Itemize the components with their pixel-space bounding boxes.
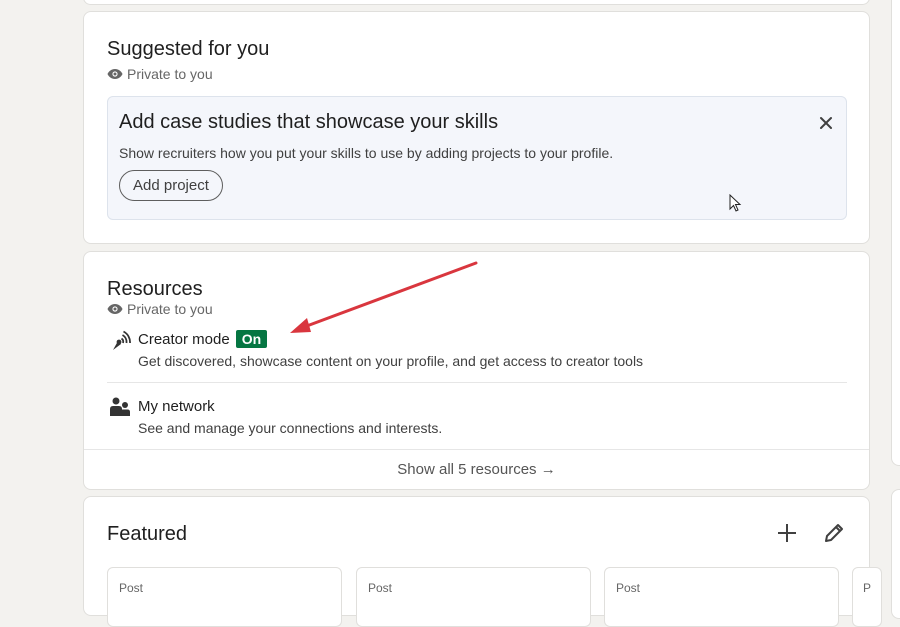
suggestion-description: Show recruiters how you put your skills … xyxy=(119,145,614,161)
eye-icon xyxy=(107,304,123,314)
eye-icon xyxy=(107,69,123,79)
suggested-section: Suggested for you Private to you Add cas… xyxy=(83,11,870,244)
privacy-label: Private to you xyxy=(127,301,213,317)
post-label: Post xyxy=(119,581,144,595)
post-label: P xyxy=(863,581,872,595)
right-rail-card xyxy=(891,0,900,466)
mouse-cursor-icon xyxy=(729,194,742,212)
resource-item-my-network[interactable]: My network xyxy=(138,398,215,415)
annotation-arrow-icon xyxy=(290,261,478,333)
people-icon xyxy=(109,396,131,423)
resource-description: Get discovered, showcase content on your… xyxy=(138,353,644,369)
resource-title: Creator mode xyxy=(138,330,230,348)
featured-post-card[interactable]: Post xyxy=(356,567,591,627)
resource-title: My network xyxy=(138,398,215,415)
previous-section-card xyxy=(83,0,870,5)
suggested-title: Suggested for you xyxy=(107,38,270,60)
post-label: Post xyxy=(616,581,641,595)
privacy-indicator: Private to you xyxy=(107,301,213,317)
post-label: Post xyxy=(368,581,393,595)
divider xyxy=(107,382,847,383)
pencil-icon[interactable] xyxy=(822,521,846,545)
resources-title: Resources xyxy=(107,278,203,300)
close-icon[interactable] xyxy=(818,115,834,131)
featured-section: Featured Post Post Post P xyxy=(83,496,882,627)
featured-post-card[interactable]: Post xyxy=(107,567,342,627)
show-all-resources-link[interactable]: Show all 5 resources → xyxy=(84,461,869,478)
privacy-indicator: Private to you xyxy=(107,66,213,82)
featured-post-card[interactable]: Post xyxy=(604,567,839,627)
broadcast-icon xyxy=(109,330,131,357)
resource-description: See and manage your connections and inte… xyxy=(138,420,443,436)
divider xyxy=(84,449,869,450)
resource-item-creator-mode[interactable]: Creator mode On xyxy=(138,330,268,348)
plus-icon[interactable] xyxy=(775,521,799,545)
status-badge: On xyxy=(235,330,268,348)
featured-post-card[interactable]: P xyxy=(852,567,882,627)
featured-title: Featured xyxy=(107,523,188,545)
add-project-button[interactable]: Add project xyxy=(119,170,223,201)
privacy-label: Private to you xyxy=(127,66,213,82)
suggestion-heading: Add case studies that showcase your skil… xyxy=(119,111,499,133)
